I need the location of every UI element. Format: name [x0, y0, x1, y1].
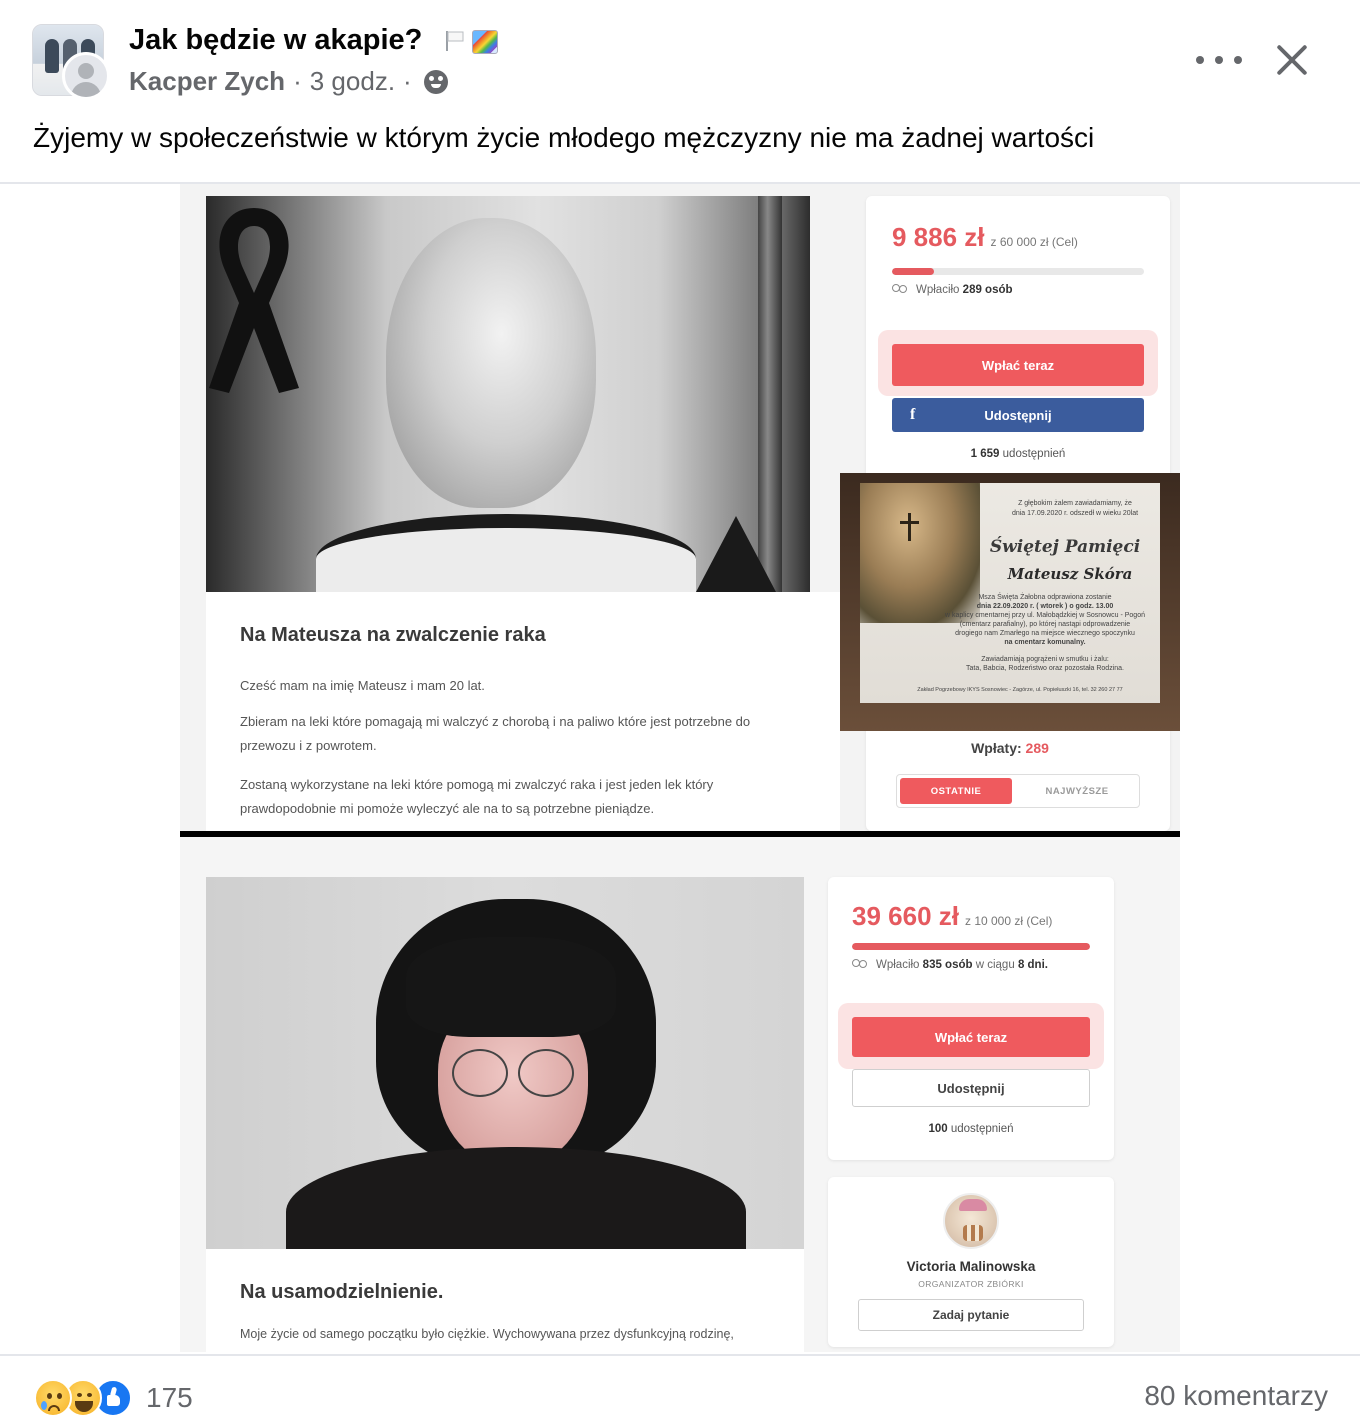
comments-count[interactable]: 80 komentarzy	[1144, 1380, 1328, 1412]
divider	[0, 1354, 1360, 1356]
title-emojis	[444, 28, 504, 56]
campaign-paragraph: Cześć mam na imię Mateusz i mam 20 lat.	[240, 678, 485, 693]
reaction-count: 175	[146, 1382, 193, 1413]
people-icon	[892, 284, 908, 294]
obituary-text: (cmentarz parafialny), po której nastąpi…	[959, 621, 1131, 628]
progress-bar	[892, 268, 1144, 275]
campaign-body: Na usamodzielnienie. Moje życie od sameg…	[206, 1249, 804, 1352]
obituary-text: Msza Święta Żałobna odprawiona zostanie	[978, 594, 1112, 601]
progress-bar	[852, 943, 1090, 950]
obituary-name: Mateusz Skóra	[1007, 565, 1133, 583]
author-name[interactable]: Kacper Zych	[129, 66, 285, 97]
donate-button[interactable]: Wpłać teraz	[852, 1017, 1090, 1057]
campaign-paragraph: Zbieram na leki które pomagają mi walczy…	[240, 714, 751, 729]
raised-amount: 9 886 zł z 60 000 zł (Cel)	[892, 222, 1078, 252]
campaign-paragraph: Moje życie od samego początku było ciężk…	[240, 1327, 734, 1341]
cross-icon	[900, 513, 919, 541]
campaign-title: Na usamodzielnienie.	[240, 1281, 444, 1303]
fundraiser-mateusz: Na Mateusza na zwalczenie raka Cześć mam…	[180, 184, 1180, 831]
sad-reaction-icon	[34, 1379, 72, 1417]
rainbow-icon	[472, 30, 498, 54]
payments-count: Wpłaty: 289	[971, 740, 1049, 756]
tab-latest[interactable]: OSTATNIE	[900, 778, 1012, 804]
campaign-paragraph: prawdopodobnie mi pomoże wyleczyć ale na…	[240, 801, 655, 816]
post-time[interactable]: 3 godz.	[310, 66, 395, 97]
share-facebook-button[interactable]: f Udostępnij	[892, 398, 1144, 432]
mourning-ribbon-icon	[209, 208, 299, 393]
obituary-photo: Z głębokim żalem zawiadamiamy, że dnia 1…	[840, 473, 1180, 731]
ask-question-button[interactable]: Zadaj pytanie	[858, 1299, 1084, 1331]
white-flag-icon	[446, 31, 464, 51]
obituary-text: dnia 17.09.2020 r. odszedł w wieku 20lat	[1011, 510, 1139, 517]
obituary-text: Z głębokim żalem zawiadamiamy, że	[1018, 500, 1132, 507]
meta-separator: ·	[403, 66, 412, 96]
reactions-summary[interactable]: 175	[34, 1376, 193, 1420]
author-avatar[interactable]	[62, 52, 110, 100]
organizer-avatar[interactable]	[943, 1193, 999, 1249]
obituary-text: Zakład Pogrzebowy IKYS Sosnowiec - Zagór…	[917, 687, 1123, 693]
shares-count: 100 udostępnień	[928, 1123, 1014, 1135]
obituary-text: dnia 22.09.2020 r. ( wtorek ) o godz. 13…	[976, 603, 1114, 610]
goal-amount: z 10 000 zł (Cel)	[964, 914, 1053, 928]
obituary-text: w kaplicy cmentarnej przy ul. Małobądzki…	[945, 612, 1145, 619]
meta-separator: ·	[293, 66, 302, 96]
close-icon[interactable]	[1268, 36, 1316, 84]
goal-amount: z 60 000 zł (Cel)	[990, 235, 1078, 249]
organizer-name[interactable]: Victoria Malinowska	[828, 1259, 1114, 1274]
obituary-heading: Świętej Pamięci	[989, 537, 1141, 557]
obituary-text: Zawiadamiają pogrążeni w smutku i żalu:	[981, 656, 1109, 663]
progress-fill	[852, 943, 1090, 950]
post-image[interactable]: Na Mateusza na zwalczenie raka Cześć mam…	[180, 184, 1180, 1352]
obituary-notice: Z głębokim żalem zawiadamiamy, że dnia 1…	[860, 483, 1160, 703]
share-button[interactable]: Udostępnij	[852, 1069, 1090, 1107]
fundraiser-victoria: Na usamodzielnienie. Moje życie od sameg…	[180, 837, 1180, 1352]
campaign-paragraph: przewozu i z powrotem.	[240, 738, 377, 753]
donors-count: Wpłaciło 289 osób	[892, 284, 1013, 296]
obituary-text: drogiego nam Zmarłego na miejsce wieczne…	[955, 630, 1135, 637]
organizer-role: ORGANIZATOR ZBIÓRKI	[918, 1279, 1024, 1289]
group-audience-icon[interactable]	[423, 69, 448, 94]
post-header: Jak będzie w akapie? Kacper Zych · 3 god…	[0, 0, 1360, 110]
organizer-card: Victoria Malinowska ORGANIZATOR ZBIÓRKI …	[828, 1177, 1114, 1347]
obituary-text: na cmentarz komunalny.	[1004, 639, 1086, 646]
post-meta: Kacper Zych · 3 godz. ·	[129, 66, 448, 97]
donation-card: 39 660 zł z 10 000 zł (Cel) Wpłaciło 835 …	[828, 877, 1114, 1160]
tab-highest[interactable]: NAJWYŻSZE	[1019, 778, 1135, 804]
group-name[interactable]: Jak będzie w akapie?	[129, 24, 422, 57]
campaign-photo-victoria	[206, 877, 804, 1249]
more-options-icon[interactable]	[1196, 44, 1242, 76]
shares-count: 1 659 udostępnień	[970, 448, 1066, 460]
progress-fill	[892, 268, 934, 275]
campaign-title: Na Mateusza na zwalczenie raka	[240, 624, 546, 646]
donors-count: Wpłaciło 835 osób w ciągu 8 dni.	[852, 959, 1048, 971]
obituary-text: Tata, Babcia, Rodzeństwo oraz pozostała …	[966, 665, 1124, 672]
post-text: Żyjemy w społeczeństwie w którym życie m…	[33, 122, 1095, 153]
facebook-icon: f	[910, 406, 916, 423]
donate-button[interactable]: Wpłać teraz	[892, 344, 1144, 386]
raised-amount: 39 660 zł z 10 000 zł (Cel)	[852, 901, 1053, 931]
campaign-paragraph: Zostaną wykorzystane na leki które pomog…	[240, 777, 714, 792]
people-icon	[852, 959, 868, 969]
payments-tabs: OSTATNIE NAJWYŻSZE	[896, 774, 1140, 808]
